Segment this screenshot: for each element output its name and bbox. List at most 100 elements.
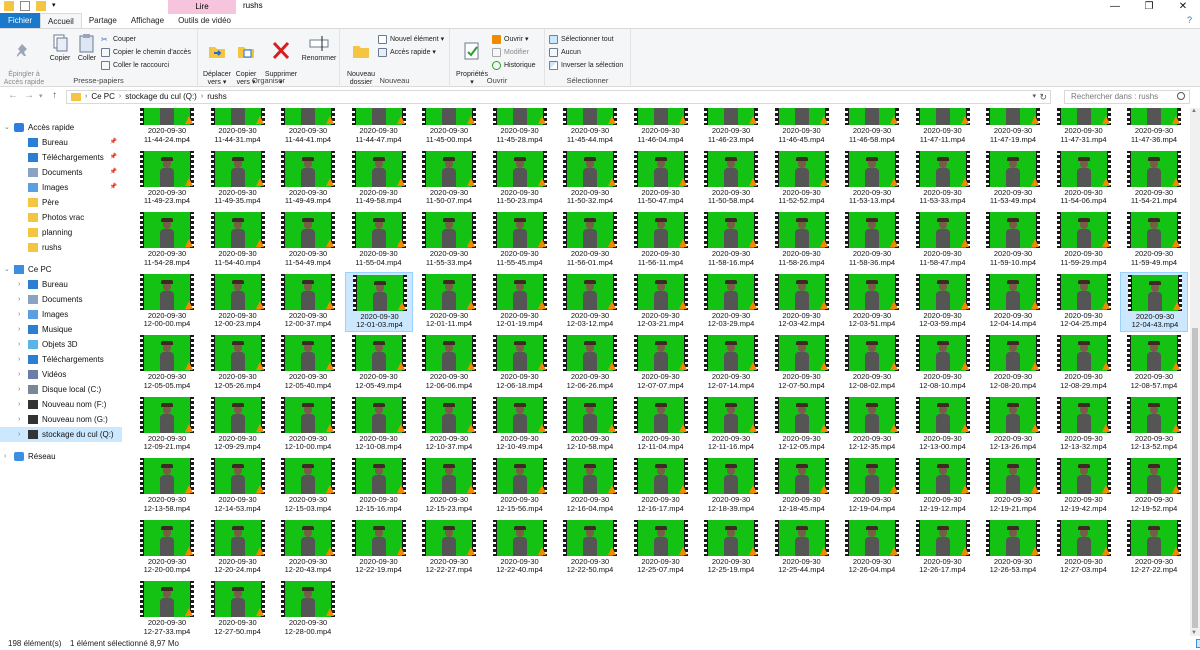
address-field[interactable]: › Ce PC › stockage du cul (Q:) › rushs ▾…: [66, 90, 1051, 104]
file-tile[interactable]: 2020-09-30 12-05-49.mp4: [345, 333, 413, 393]
back-arrow-icon[interactable]: ←: [8, 90, 18, 101]
nav-quick-item[interactable]: Père: [0, 195, 122, 210]
nav-quick-item[interactable]: Photos vrac: [0, 210, 122, 225]
file-tile[interactable]: 2020-09-30 11-54-49.mp4: [274, 210, 342, 270]
help-icon[interactable]: ?: [1187, 15, 1192, 25]
file-tile[interactable]: 2020-09-30 12-01-03.mp4: [344, 271, 413, 332]
file-tile[interactable]: 2020-09-30 12-10-08.mp4: [345, 395, 413, 455]
file-tile[interactable]: 2020-09-30 12-20-00.mp4: [133, 518, 201, 578]
rename-button[interactable]: Renommer: [300, 33, 338, 63]
file-tile[interactable]: 2020-09-30 12-03-21.mp4: [627, 272, 695, 332]
pin-icon[interactable]: 📌: [110, 135, 117, 150]
file-tile[interactable]: 2020-09-30 11-55-33.mp4: [415, 210, 483, 270]
chevron-right-icon[interactable]: ›: [18, 427, 20, 442]
file-tile[interactable]: 2020-09-30 12-01-19.mp4: [486, 272, 554, 332]
file-tile[interactable]: 2020-09-30 11-54-40.mp4: [204, 210, 272, 270]
file-tile[interactable]: 2020-09-30 11-46-58.mp4: [838, 108, 906, 147]
nav-pc-item[interactable]: › Vidéos: [0, 367, 122, 382]
file-tile[interactable]: 2020-09-30 11-44-41.mp4: [274, 108, 342, 147]
file-tile[interactable]: 2020-09-30 11-49-35.mp4: [204, 149, 272, 209]
file-tile[interactable]: 2020-09-30 11-54-28.mp4: [133, 210, 201, 270]
file-tile[interactable]: 2020-09-30 11-47-11.mp4: [909, 108, 977, 147]
file-tile[interactable]: 2020-09-30 12-12-05.mp4: [768, 395, 836, 455]
file-tile[interactable]: 2020-09-30 11-58-47.mp4: [909, 210, 977, 270]
file-tile[interactable]: 2020-09-30 12-10-00.mp4: [274, 395, 342, 455]
file-tile[interactable]: 2020-09-30 11-45-00.mp4: [415, 108, 483, 147]
customize-chevron-icon[interactable]: ▾: [52, 1, 62, 11]
file-tile[interactable]: 2020-09-30 11-58-16.mp4: [697, 210, 765, 270]
file-tile[interactable]: 2020-09-30 12-25-07.mp4: [627, 518, 695, 578]
copy-path-button[interactable]: Copier le chemin d'accès: [101, 46, 191, 58]
file-tile[interactable]: 2020-09-30 12-03-59.mp4: [909, 272, 977, 332]
file-tile[interactable]: 2020-09-30 11-59-10.mp4: [979, 210, 1047, 270]
file-tile[interactable]: 2020-09-30 11-50-07.mp4: [415, 149, 483, 209]
breadcrumb-drive[interactable]: stockage du cul (Q:): [125, 91, 197, 103]
file-tile[interactable]: 2020-09-30 12-08-02.mp4: [838, 333, 906, 393]
open-button[interactable]: Ouvrir ▾: [492, 33, 529, 45]
file-tile[interactable]: 2020-09-30 11-53-49.mp4: [979, 149, 1047, 209]
chevron-down-icon[interactable]: ⌄: [4, 262, 10, 277]
file-tile[interactable]: 2020-09-30 11-50-32.mp4: [556, 149, 624, 209]
file-tile[interactable]: 2020-09-30 12-14-53.mp4: [204, 456, 272, 516]
file-tile[interactable]: 2020-09-30 12-06-26.mp4: [556, 333, 624, 393]
nav-pc-item[interactable]: › Nouveau nom (F:): [0, 397, 122, 412]
invert-selection-button[interactable]: Inverser la sélection: [549, 59, 623, 71]
paste-button[interactable]: Coller: [74, 33, 100, 63]
file-tile[interactable]: 2020-09-30 11-49-23.mp4: [133, 149, 201, 209]
file-tile[interactable]: 2020-09-30 12-08-20.mp4: [979, 333, 1047, 393]
nav-quick-item[interactable]: Bureau 📌: [0, 135, 122, 150]
file-tile[interactable]: 2020-09-30 11-55-45.mp4: [486, 210, 554, 270]
nav-quick-item[interactable]: rushs: [0, 240, 122, 255]
properties-icon[interactable]: [20, 1, 30, 11]
file-tile[interactable]: 2020-09-30 11-44-47.mp4: [345, 108, 413, 147]
nav-pc-item[interactable]: › Nouveau nom (G:): [0, 412, 122, 427]
file-tile[interactable]: 2020-09-30 12-04-14.mp4: [979, 272, 1047, 332]
file-tile[interactable]: 2020-09-30 12-00-37.mp4: [274, 272, 342, 332]
up-arrow-icon[interactable]: ↑: [52, 90, 57, 101]
file-tile[interactable]: 2020-09-30 12-16-04.mp4: [556, 456, 624, 516]
nav-pc-item[interactable]: › Objets 3D: [0, 337, 122, 352]
chevron-right-icon[interactable]: ›: [18, 367, 20, 382]
cut-button[interactable]: ✂ Couper: [101, 33, 136, 45]
nav-quick-access[interactable]: ⌄ Accès rapide: [0, 120, 122, 135]
nav-network[interactable]: › Réseau: [0, 449, 122, 464]
file-tile[interactable]: 2020-09-30 12-06-06.mp4: [415, 333, 483, 393]
file-tile[interactable]: 2020-09-30 12-13-52.mp4: [1120, 395, 1188, 455]
file-tile[interactable]: 2020-09-30 11-44-24.mp4: [133, 108, 201, 147]
scrollbar-thumb[interactable]: [1192, 328, 1198, 628]
file-tile[interactable]: 2020-09-30 12-11-04.mp4: [627, 395, 695, 455]
file-tile[interactable]: 2020-09-30 12-03-51.mp4: [838, 272, 906, 332]
file-tile[interactable]: 2020-09-30 12-15-23.mp4: [415, 456, 483, 516]
file-tile[interactable]: 2020-09-30 12-19-52.mp4: [1120, 456, 1188, 516]
refresh-icon[interactable]: ↻: [1039, 91, 1047, 103]
nav-pc-item[interactable]: › Documents: [0, 292, 122, 307]
tab-view[interactable]: Affichage: [124, 13, 171, 28]
new-item-button[interactable]: Nouvel élément ▾: [378, 33, 444, 45]
file-tile[interactable]: 2020-09-30 12-05-40.mp4: [274, 333, 342, 393]
chevron-right-icon[interactable]: ›: [18, 307, 20, 322]
chevron-right-icon[interactable]: ›: [18, 337, 20, 352]
file-tile[interactable]: 2020-09-30 11-50-23.mp4: [486, 149, 554, 209]
file-tile[interactable]: 2020-09-30 12-08-57.mp4: [1120, 333, 1188, 393]
file-tile[interactable]: 2020-09-30 12-19-12.mp4: [909, 456, 977, 516]
tab-share[interactable]: Partage: [82, 13, 124, 28]
file-tile[interactable]: 2020-09-30 12-01-11.mp4: [415, 272, 483, 332]
close-button[interactable]: ✕: [1166, 0, 1200, 14]
search-input[interactable]: Rechercher dans : rushs: [1064, 90, 1190, 104]
file-tile[interactable]: 2020-09-30 12-20-43.mp4: [274, 518, 342, 578]
new-folder-icon[interactable]: [36, 1, 46, 11]
file-tile[interactable]: 2020-09-30 12-04-25.mp4: [1050, 272, 1118, 332]
chevron-right-icon[interactable]: ›: [18, 352, 20, 367]
file-tile[interactable]: 2020-09-30 12-09-29.mp4: [204, 395, 272, 455]
file-tile[interactable]: 2020-09-30 12-08-29.mp4: [1050, 333, 1118, 393]
breadcrumb-rushs[interactable]: rushs: [207, 91, 227, 103]
file-tile[interactable]: 2020-09-30 11-52-52.mp4: [768, 149, 836, 209]
file-tile[interactable]: 2020-09-30 11-46-04.mp4: [627, 108, 695, 147]
file-tile[interactable]: 2020-09-30 12-13-26.mp4: [979, 395, 1047, 455]
file-tile[interactable]: 2020-09-30 11-59-49.mp4: [1120, 210, 1188, 270]
pin-icon[interactable]: 📌: [110, 150, 117, 165]
file-tile[interactable]: 2020-09-30 11-54-06.mp4: [1050, 149, 1118, 209]
recent-chevron-icon[interactable]: ▾: [39, 92, 43, 100]
nav-quick-item[interactable]: Téléchargements 📌: [0, 150, 122, 165]
file-tile[interactable]: 2020-09-30 12-11-16.mp4: [697, 395, 765, 455]
